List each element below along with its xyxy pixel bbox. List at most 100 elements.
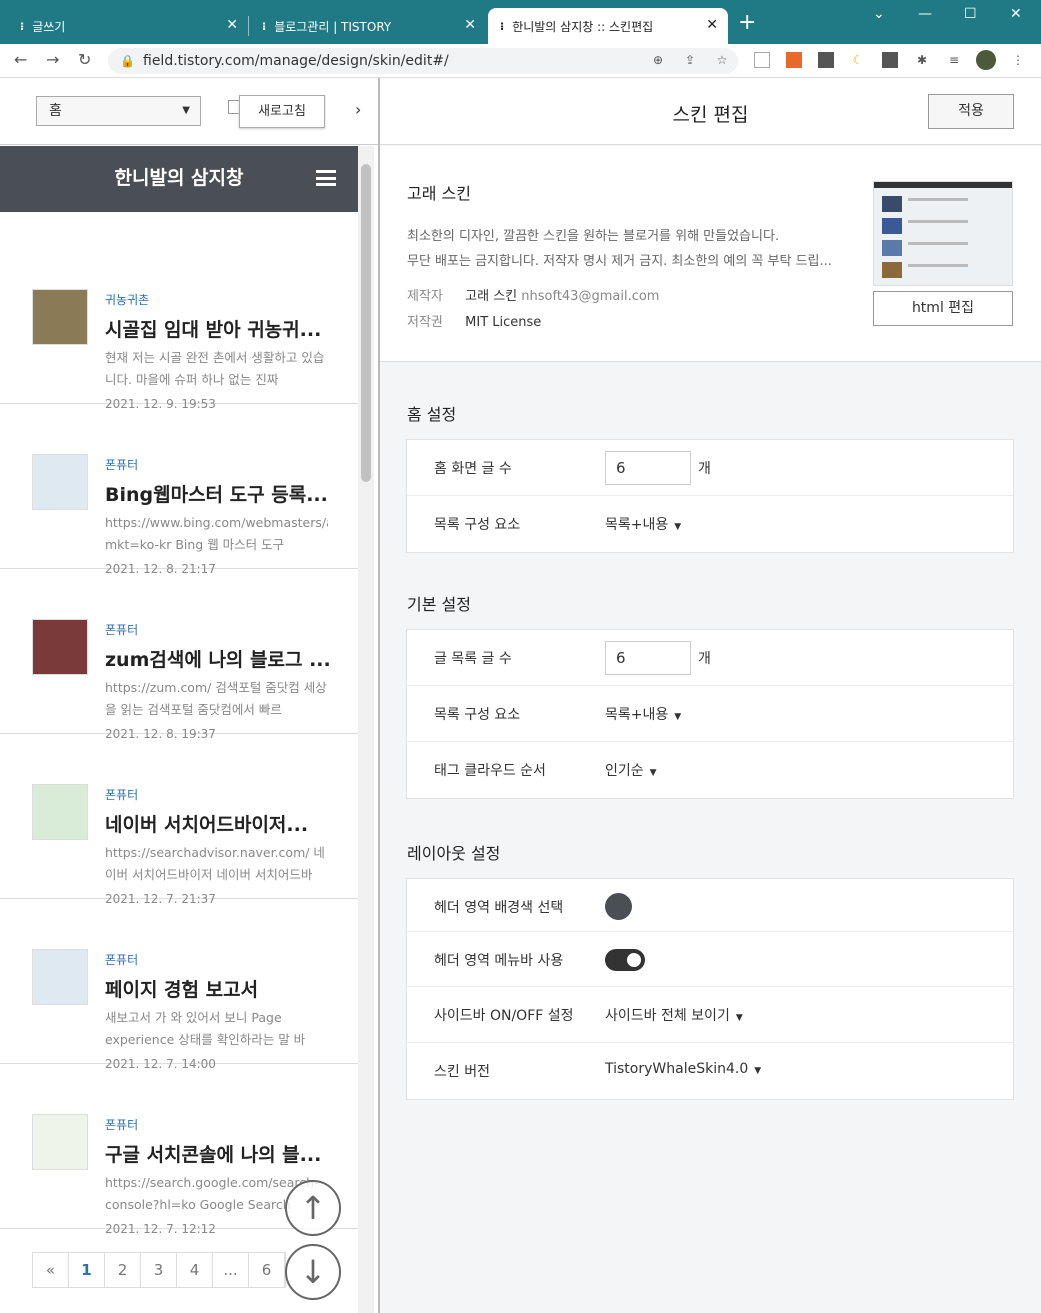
post-category[interactable]: 귀농귀촌 bbox=[105, 291, 149, 308]
html-edit-button[interactable]: html 편집 bbox=[873, 291, 1013, 326]
page-link[interactable]: 4 bbox=[177, 1253, 213, 1287]
home-settings-panel: 홈 화면 글 수 6 개 목록 구성 요소 목록+내용 ▼ bbox=[406, 439, 1014, 553]
post-title[interactable]: Bing웹마스터 도구 등록... bbox=[105, 480, 340, 507]
extension-icon[interactable] bbox=[882, 52, 898, 68]
zoom-icon[interactable]: ⊕ bbox=[650, 52, 666, 68]
post-title[interactable]: 구글 서치콘솔에 나의 블... bbox=[105, 1140, 340, 1167]
tab-label: 한니발의 삼지창 :: 스킨편집 bbox=[512, 19, 654, 34]
close-icon[interactable]: ✕ bbox=[706, 17, 718, 33]
page-link[interactable]: 2 bbox=[105, 1253, 141, 1287]
scrollbar-thumb[interactable] bbox=[361, 164, 371, 482]
post-item[interactable]: 폰퓨터 네이버 서치어드바이저... https://searchadvisor… bbox=[0, 734, 358, 906]
post-item[interactable]: 귀농귀촌 시골집 임대 받아 귀농귀... 현재 저는 시골 완전 촌에서 생활… bbox=[0, 239, 358, 411]
scroll-down-icon[interactable]: ↓ bbox=[285, 1244, 341, 1300]
page-select[interactable]: 홈 ▼ bbox=[36, 96, 201, 126]
dropdown-value: TistoryWhaleSkin4.0 bbox=[605, 1061, 749, 1077]
post-excerpt: 현재 저는 시골 완전 촌에서 생활하고 있습니다. 마을에 슈퍼 하나 없는 … bbox=[105, 350, 325, 387]
caret-down-icon: ▼ bbox=[735, 1013, 743, 1023]
caret-down-icon: ▼ bbox=[754, 1066, 762, 1076]
forward-icon[interactable]: → bbox=[46, 50, 59, 69]
menubar-toggle[interactable] bbox=[605, 949, 645, 971]
post-category[interactable]: 폰퓨터 bbox=[105, 456, 138, 473]
extension-icon[interactable] bbox=[786, 52, 802, 68]
minimize-button[interactable]: — bbox=[918, 6, 932, 22]
refresh-button[interactable]: 새로고침 bbox=[239, 95, 325, 128]
home-post-count-input[interactable]: 6 bbox=[605, 451, 691, 485]
post-title[interactable]: zum검색에 나의 블로그 ... bbox=[105, 645, 340, 672]
unit-label: 개 bbox=[698, 461, 711, 477]
post-item[interactable]: 폰퓨터 페이지 경험 보고서 새보고서 가 와 있어서 보니 Page expe… bbox=[0, 899, 358, 1071]
share-icon[interactable]: ⇪ bbox=[682, 52, 698, 68]
caret-down-icon: ▼ bbox=[182, 105, 190, 116]
post-category[interactable]: 폰퓨터 bbox=[105, 1116, 138, 1133]
tab-skin-edit[interactable]: ⁝ 한니발의 삼지창 :: 스킨편집 ✕ bbox=[488, 8, 728, 44]
chevron-right-icon[interactable]: › bbox=[355, 100, 361, 119]
maximize-button[interactable]: ☐ bbox=[964, 6, 977, 22]
tab-blog-admin[interactable]: ⁝ 블로그관리 | TISTORY ✕ bbox=[250, 8, 486, 44]
post-item[interactable]: 폰퓨터 Bing웹마스터 도구 등록... https://www.bing.c… bbox=[0, 404, 358, 576]
menu-icon[interactable] bbox=[316, 170, 336, 186]
tistory-icon: ⁝ bbox=[500, 19, 505, 33]
post-thumbnail bbox=[32, 454, 88, 510]
preview-pane: 홈 ▼ 새로고침 › 한니발의 삼지창 귀농귀촌 시골집 임대 받아 귀농귀..… bbox=[0, 78, 379, 1313]
author-value: 고래 스킨 bbox=[465, 289, 518, 304]
reload-icon[interactable]: ↻ bbox=[78, 50, 91, 69]
setting-label: 스킨 버전 bbox=[434, 1064, 490, 1080]
post-title[interactable]: 페이지 경험 보고서 bbox=[105, 975, 340, 1002]
header-color-picker[interactable] bbox=[605, 893, 632, 920]
page-link[interactable]: 3 bbox=[141, 1253, 177, 1287]
avatar[interactable] bbox=[976, 50, 996, 70]
header-bg-row: 헤더 영역 배경색 선택 bbox=[407, 879, 1013, 932]
post-title[interactable]: 시골집 임대 받아 귀농귀... bbox=[105, 315, 340, 342]
post-title[interactable]: 네이버 서치어드바이저... bbox=[105, 810, 340, 837]
author-label: 제작자 bbox=[407, 289, 443, 304]
back-icon[interactable]: ← bbox=[14, 50, 27, 69]
close-icon[interactable]: ✕ bbox=[464, 17, 476, 33]
setting-label: 목록 구성 요소 bbox=[434, 707, 521, 723]
skin-version-dropdown[interactable]: TistoryWhaleSkin4.0 ▼ bbox=[605, 1061, 761, 1077]
extension-icon[interactable] bbox=[818, 52, 834, 68]
tag-cloud-dropdown[interactable]: 인기순 ▼ bbox=[605, 760, 657, 780]
post-category[interactable]: 폰퓨터 bbox=[105, 951, 138, 968]
setting-label: 글 목록 글 수 bbox=[434, 651, 512, 667]
address-bar[interactable]: 🔒 field.tistory.com/manage/design/skin/e… bbox=[108, 48, 738, 74]
home-compose-dropdown[interactable]: 목록+내용 ▼ bbox=[605, 514, 681, 534]
post-item[interactable]: 폰퓨터 zum검색에 나의 블로그 ... https://zum.com/ 검… bbox=[0, 569, 358, 741]
tab-write[interactable]: ⁝ 글쓰기 ✕ bbox=[8, 8, 248, 44]
sidebar-dropdown[interactable]: 사이드바 전체 보이기 ▼ bbox=[605, 1005, 743, 1025]
new-tab-button[interactable]: + bbox=[738, 10, 756, 35]
puzzle-icon[interactable]: ✱ bbox=[914, 52, 930, 68]
scroll-up-icon[interactable]: ↑ bbox=[285, 1180, 341, 1236]
home-compose-row: 목록 구성 요소 목록+내용 ▼ bbox=[407, 496, 1013, 552]
post-excerpt: https://searchadvisor.naver.com/ 네이버 서치어… bbox=[105, 845, 325, 882]
post-category[interactable]: 폰퓨터 bbox=[105, 786, 138, 803]
setting-label: 홈 화면 글 수 bbox=[434, 461, 512, 477]
browser-tab-bar: ⁝ 글쓰기 ✕ ⁝ 블로그관리 | TISTORY ✕ ⁝ 한니발의 삼지창 :… bbox=[0, 0, 1041, 44]
author-email: nhsoft43@gmail.com bbox=[521, 289, 660, 304]
list-post-count-input[interactable]: 6 bbox=[605, 641, 691, 675]
post-thumbnail bbox=[32, 1114, 88, 1170]
list-compose-dropdown[interactable]: 목록+내용 ▼ bbox=[605, 704, 681, 724]
blog-preview: 한니발의 삼지창 귀농귀촌 시골집 임대 받아 귀농귀... 현재 저는 시골 … bbox=[0, 146, 358, 1313]
apply-button[interactable]: 적용 bbox=[928, 94, 1014, 129]
post-category[interactable]: 폰퓨터 bbox=[105, 621, 138, 638]
page-link[interactable]: 1 bbox=[69, 1253, 105, 1287]
post-excerpt: https://zum.com/ 검색포털 줌닷컴 세상을 읽는 검색포털 줌닷… bbox=[105, 680, 327, 717]
skin-editor: 스킨 편집 적용 고래 스킨 최소한의 디자인, 깔끔한 스킨을 원하는 블로거… bbox=[380, 78, 1041, 1313]
chevron-down-icon[interactable]: ⌄ bbox=[873, 6, 885, 22]
close-icon[interactable]: ✕ bbox=[226, 17, 238, 33]
extension-icon[interactable] bbox=[754, 52, 770, 68]
editor-header: 스킨 편집 적용 bbox=[380, 78, 1041, 145]
page-prev[interactable]: « bbox=[33, 1253, 69, 1287]
dropdown-value: 목록+내용 bbox=[605, 517, 669, 533]
playlist-icon[interactable]: ≡ bbox=[946, 52, 962, 68]
skin-name: 고래 스킨 bbox=[407, 184, 471, 203]
post-excerpt: 새보고서 가 와 있어서 보니 Page experience 상태를 확인하라… bbox=[105, 1010, 306, 1047]
close-window-button[interactable]: ✕ bbox=[1010, 6, 1022, 22]
star-icon[interactable]: ☆ bbox=[714, 52, 730, 68]
page-link[interactable]: 6 bbox=[249, 1253, 285, 1287]
tab-label: 블로그관리 | TISTORY bbox=[274, 19, 392, 34]
basic-settings-panel: 글 목록 글 수 6 개 목록 구성 요소 목록+내용 ▼ 태그 클라우드 순서 … bbox=[406, 629, 1014, 799]
more-icon[interactable]: ⋮ bbox=[1010, 52, 1026, 68]
moon-icon[interactable]: ☾ bbox=[850, 52, 866, 68]
